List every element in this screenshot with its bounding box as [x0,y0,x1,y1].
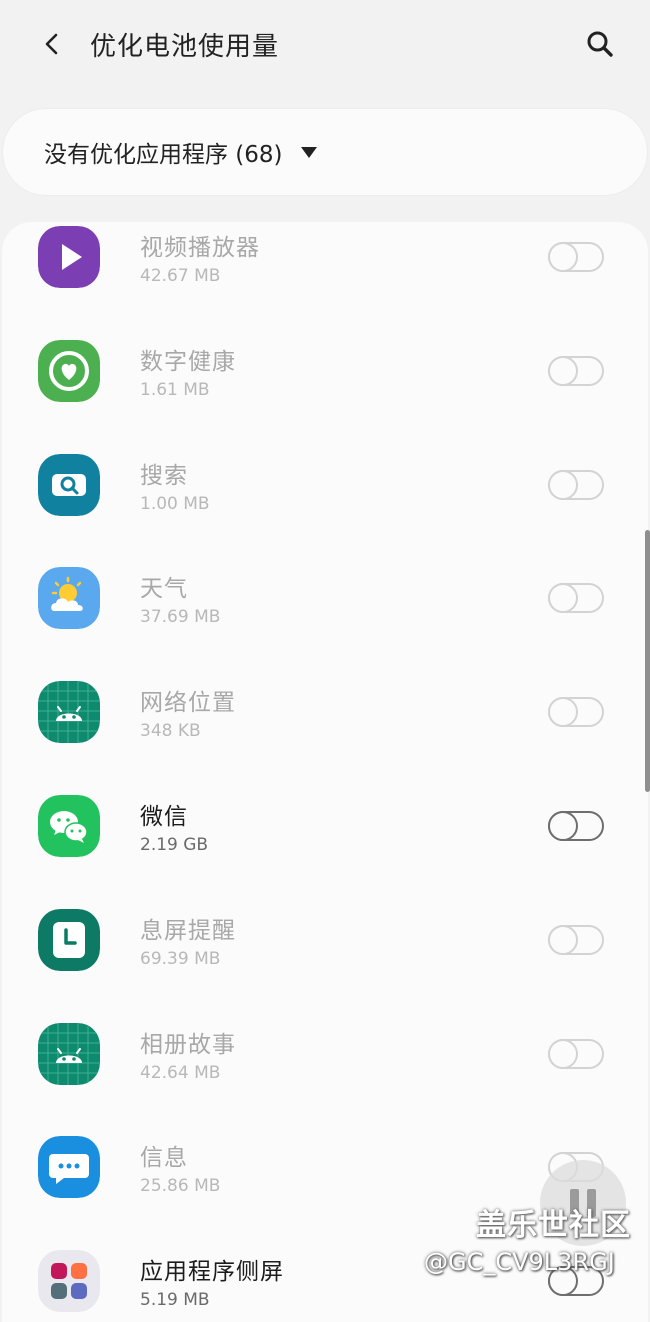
app-name: 应用程序侧屏 [140,1259,284,1286]
app-name: 视频播放器 [140,235,260,261]
app-size: 25.86 MB [140,1176,221,1197]
battery-optimization-toggle[interactable] [548,583,604,614]
list-item[interactable]: 视频播放器 42.67 MB [2,222,648,314]
search-icon[interactable] [578,22,622,66]
app-name: 搜索 [140,462,188,489]
android-icon [38,1022,100,1085]
list-item[interactable]: 相册故事 42.64 MB [2,997,648,1111]
scrollbar[interactable] [645,530,650,792]
digital-wellbeing-icon [38,339,100,402]
back-arrow-icon[interactable] [30,22,74,66]
battery-optimization-toggle[interactable] [548,1038,604,1069]
app-size: 1.61 MB [140,379,210,400]
filter-label: 没有优化应用程序 (68) [44,142,283,168]
list-item[interactable]: 天气 37.69 MB [2,541,648,655]
app-filter-dropdown[interactable]: 没有优化应用程序 (68) [2,108,648,196]
app-list: 视频播放器 42.67 MB 数字健康 1.61 MB 搜索 1.00 MB 天… [2,222,648,1322]
app-size: 5.19 MB [140,1290,210,1311]
app-bar: 优化电池使用量 [0,0,650,92]
battery-optimization-toggle[interactable] [548,469,604,500]
battery-optimization-toggle[interactable] [548,810,604,841]
list-item[interactable]: 微信 2.19 GB [2,769,648,883]
app-name: 信息 [140,1145,188,1172]
messages-icon [38,1136,100,1199]
app-name: 微信 [140,803,188,830]
app-name: 网络位置 [140,690,236,717]
app-name: 相册故事 [140,1031,236,1058]
app-size: 69.39 MB [140,948,221,969]
app-size: 348 KB [140,721,201,742]
app-size: 42.64 MB [140,1062,221,1083]
apps-edge-icon [38,1250,100,1313]
list-item[interactable]: 息屏提醒 69.39 MB [2,883,648,997]
video-player-icon [38,226,100,288]
page-title: 优化电池使用量 [90,32,280,62]
battery-optimization-toggle[interactable] [548,355,604,386]
wechat-icon [38,794,100,857]
app-name: 息屏提醒 [140,917,236,944]
clock-icon [38,908,100,971]
app-name: 数字健康 [140,348,236,375]
dropdown-triangle-icon [300,146,317,158]
search-app-icon [38,453,100,516]
list-item[interactable]: 数字健康 1.61 MB [2,314,648,428]
battery-optimization-toggle[interactable] [548,242,604,272]
android-icon [38,681,100,744]
app-size: 1.00 MB [140,493,210,514]
weather-icon [38,567,100,630]
app-size: 42.67 MB [140,266,221,286]
watermark-title: 盖乐世社区 [476,1208,631,1243]
battery-optimization-toggle[interactable] [548,924,604,955]
list-item[interactable]: 搜索 1.00 MB [2,428,648,542]
watermark-id: @GC_CV9L3RGJ [424,1248,615,1276]
list-item[interactable]: 网络位置 348 KB [2,655,648,769]
battery-optimization-toggle[interactable] [548,697,604,728]
app-name: 天气 [140,576,188,603]
app-size: 37.69 MB [140,607,221,628]
app-size: 2.19 GB [140,834,209,855]
